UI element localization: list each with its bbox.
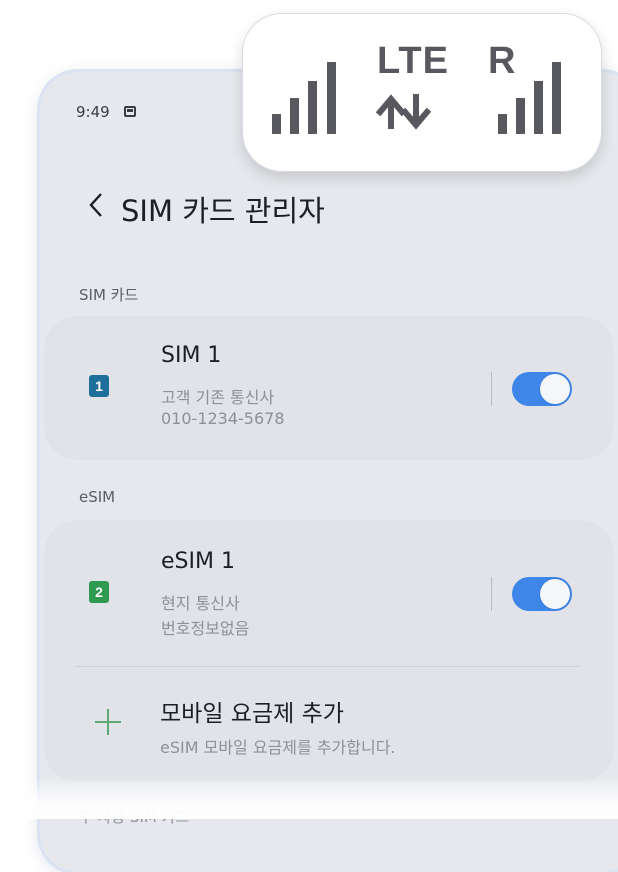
signal-bars-icon [272,62,336,134]
sim1-name: SIM 1 [161,343,222,368]
esim1-badge-icon: 2 [89,581,109,603]
plus-icon[interactable] [93,707,123,737]
bottom-fade [0,776,618,819]
signal-strength-icons [272,62,561,134]
esim1-number: 번호정보없음 [161,619,250,638]
esim-card-divider [75,666,580,667]
esim1-name[interactable]: eSIM 1 [161,549,235,574]
toggle-knob [540,374,570,404]
esim1-toggle[interactable] [512,577,572,611]
gallery-notification-icon [124,106,136,117]
signal-callout [242,13,602,172]
add-plan-title[interactable]: 모바일 요금제 추가 [160,694,344,728]
add-plan-subtitle: eSIM 모바일 요금제를 추가합니다. [160,738,396,757]
toggle-knob [540,579,570,609]
sim1-badge-icon: 1 [89,375,109,397]
roaming-label: R [488,40,516,82]
section-label-esim: eSIM [79,488,116,506]
sim1-carrier: 고객 기존 통신사 [161,388,275,407]
sim1-toggle[interactable] [512,372,572,406]
section-label-sim: SIM 카드 [79,286,139,304]
esim1-carrier: 현지 통신사 [161,594,240,613]
esim1-divider [491,577,492,611]
back-icon[interactable] [84,190,108,220]
sim1-divider [491,372,492,406]
status-time: 9:49 [76,103,110,121]
sim1-number: 010-1234-5678 [161,409,285,428]
data-arrows-icon [375,94,432,130]
page-title: SIM 카드 관리자 [121,194,325,228]
lte-label: LTE [377,40,449,82]
